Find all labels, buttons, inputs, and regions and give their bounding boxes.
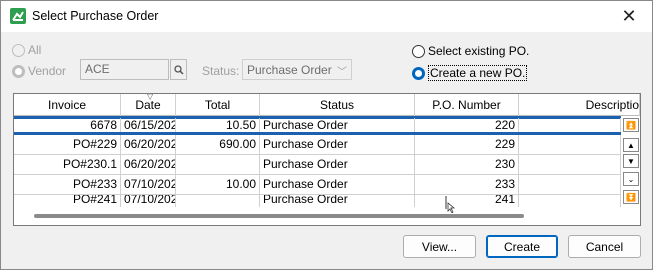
cell-description [519,135,621,155]
create-new-radio[interactable]: Create a new PO. [412,65,528,81]
cell-total: 10.00 [176,175,260,195]
cell-status: Purchase Order [260,175,415,195]
cell-invoice: PO#233 [14,175,121,195]
cell-status: Purchase Order [260,155,415,175]
cell-po-number: 230 [415,155,519,175]
column-header-description[interactable]: Descriptio [519,94,640,116]
status-select[interactable]: Purchase Order ﹀ [242,59,352,80]
close-icon: ✕ [621,6,637,26]
column-header-po-number[interactable]: P.O. Number [415,94,519,116]
table-row[interactable]: PO#233 07/10/202 10.00 Purchase Order 23… [14,175,621,195]
scroll-up-icon[interactable]: ▲ [623,138,639,152]
title-bar[interactable]: Select Purchase Order ✕ [1,1,652,32]
radio-circle [412,44,425,58]
cell-invoice: PO#241 [14,195,121,207]
chevron-down-icon: ﹀ [337,67,347,78]
column-header-total[interactable]: Total [176,94,260,116]
status-select-value: Purchase Order [247,63,332,77]
all-label: All [28,43,42,57]
horizontal-scrollbar[interactable] [14,207,640,225]
cell-description [519,195,621,207]
cell-date: 07/10/202 [121,195,176,207]
scroll-bottom-icon[interactable]: ⏬ [623,190,639,204]
cell-date: 06/20/202 [121,155,176,175]
sort-indicator-icon: ▽ [147,93,154,101]
cell-status: Purchase Order [260,135,415,155]
po-grid[interactable]: Invoice Date ▽ Total Status P.O. Number … [13,93,641,226]
column-header-invoice[interactable]: Invoice [14,94,121,116]
cell-date: 07/10/202 [121,175,176,195]
vendor-radio[interactable]: Vendor [12,64,66,78]
view-button[interactable]: View... [403,235,476,258]
cell-total: 690.00 [176,135,260,155]
cell-description [519,155,621,175]
cell-date: 06/20/202 [121,135,176,155]
cell-total [176,155,260,175]
radio-circle [12,43,25,57]
table-row[interactable]: PO#229 06/20/202 690.00 Purchase Order 2… [14,135,621,155]
vendor-lookup-button[interactable] [170,59,187,80]
scroll-top-icon[interactable]: ⏫ [623,118,639,132]
cell-total [176,195,260,207]
close-button[interactable]: ✕ [606,1,652,32]
cell-po-number: 229 [415,135,519,155]
radio-circle [12,64,25,78]
cell-invoice: PO#229 [14,135,121,155]
dialog-title: Select Purchase Order [32,9,159,23]
radio-circle [412,66,425,80]
all-radio[interactable]: All [12,43,41,57]
scroll-down-icon[interactable]: ▼ [623,154,639,168]
app-icon [10,8,26,24]
cell-description [519,175,621,195]
select-existing-radio[interactable]: Select existing PO. [412,44,529,58]
vendor-field[interactable]: ACE [80,59,169,80]
cell-status: Purchase Order [260,195,415,207]
vertical-scrollbar[interactable]: ⏫ ▲ ▼ ⌄ ⏬ [622,116,640,205]
status-label: Status: [202,64,240,78]
select-existing-label: Select existing PO. [428,44,530,58]
table-row[interactable]: PO#230.1 06/20/202 Purchase Order 230 [14,155,621,175]
create-button[interactable]: Create [486,235,558,258]
column-header-status[interactable]: Status [260,94,415,116]
scroll-down-small-icon[interactable]: ⌄ [623,172,639,186]
horizontal-scroll-thumb[interactable] [34,214,524,218]
cell-po-number: 233 [415,175,519,195]
vendor-label: Vendor [28,64,67,78]
cell-invoice: PO#230.1 [14,155,121,175]
search-icon [173,64,184,75]
create-new-label: Create a new PO. [428,65,528,81]
cell-po-number: 241 [415,195,519,207]
cancel-button[interactable]: Cancel [568,235,641,258]
select-po-dialog: Select Purchase Order ✕ All Vendor ACE S… [0,0,653,270]
table-row[interactable]: PO#241 07/10/202 Purchase Order 241 [14,195,621,207]
grid-header: Invoice Date ▽ Total Status P.O. Number … [14,94,640,116]
ibeam-cursor-icon [445,196,456,213]
